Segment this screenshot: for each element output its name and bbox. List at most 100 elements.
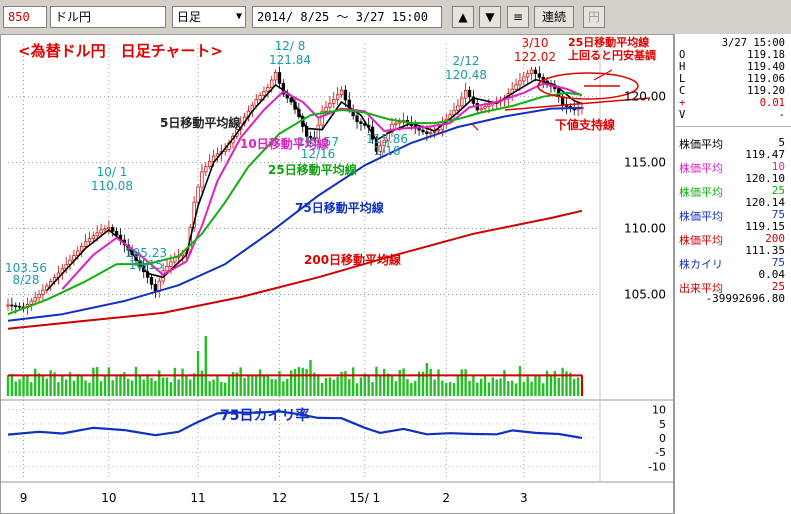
- indicator-label: 株価平均: [679, 234, 723, 247]
- candle-body: [328, 102, 332, 108]
- volume-bar: [192, 373, 196, 396]
- date-range-field[interactable]: 2014/ 8/25 ～ 3/27 15:00: [252, 6, 442, 28]
- volume-bar: [239, 367, 242, 396]
- indicator-row[interactable]: 株価平均 5 119.47: [677, 136, 785, 162]
- candle-body: [514, 84, 518, 90]
- annotation-high-dec: 12/ 8121.84: [269, 39, 311, 67]
- candle-body: [324, 106, 328, 112]
- volume-bar: [6, 375, 10, 396]
- period-select[interactable]: 日足 ▼: [172, 6, 246, 28]
- volume-bar: [41, 376, 45, 396]
- scroll-up-button[interactable]: ▲: [452, 6, 474, 28]
- volume-bar: [464, 369, 467, 396]
- candle-body: [165, 265, 169, 272]
- volume-bar: [266, 376, 270, 396]
- volume-bar: [460, 369, 463, 396]
- volume-bar: [262, 375, 266, 396]
- candle-body: [483, 106, 487, 109]
- volume-bar: [37, 373, 41, 396]
- annotation-low-jan-line: 1/16: [374, 144, 401, 158]
- annotation-high-oct: 10/ 1110.08: [91, 165, 133, 193]
- candle-body: [417, 128, 421, 131]
- candle-body: [29, 300, 33, 305]
- volume-bar: [522, 381, 526, 396]
- volume-bar: [456, 374, 460, 396]
- indicator-row[interactable]: 株カイリ 75 0.04: [677, 256, 785, 282]
- volume-bar: [270, 378, 273, 396]
- candle-body: [10, 304, 14, 307]
- candle-body: [17, 305, 22, 308]
- annotation-high-dec-line: 12/ 8: [275, 39, 306, 53]
- candle-body: [254, 99, 258, 106]
- quote-row: H 119.40: [679, 61, 785, 73]
- volume-bar: [181, 368, 184, 396]
- indicator-label: 株価平均: [679, 186, 723, 199]
- candle-body: [339, 89, 344, 96]
- volume-bar: [487, 382, 491, 396]
- annotation-start: 103.568/28: [5, 261, 47, 287]
- continuous-button[interactable]: 連続: [534, 6, 574, 28]
- symbol-name-field[interactable]: ドル円: [50, 6, 166, 28]
- volume-bar: [196, 351, 200, 396]
- volume-bar: [76, 373, 80, 396]
- candle-body: [429, 131, 433, 134]
- volume-bar: [507, 381, 510, 396]
- volume-bar: [127, 378, 130, 396]
- chart-area[interactable]: <為替ドル円 日足チャート> 10/ 1110.08 105.2310/15 12/ …: [0, 34, 674, 514]
- volume-bar: [297, 367, 301, 396]
- volume-bar: [576, 377, 580, 396]
- volume-bar: [367, 375, 370, 396]
- indicator-row[interactable]: 出来平均 25 -39992696.80: [677, 280, 785, 306]
- quote-key: V: [679, 109, 686, 121]
- volume-bar: [452, 383, 456, 396]
- x-tick-label: 9: [20, 491, 28, 505]
- volume-bar: [549, 375, 553, 396]
- symbol-code-field[interactable]: 850: [3, 6, 47, 28]
- candle-body: [518, 80, 522, 86]
- volume-bar: [441, 380, 444, 396]
- note-ma25-above-line: 上回ると円安基調: [568, 48, 656, 62]
- candle-body: [526, 73, 530, 78]
- volume-bar: [134, 366, 138, 396]
- candle-body: [359, 121, 363, 124]
- volume-bar: [402, 368, 405, 396]
- note-arrow: [593, 69, 613, 81]
- candle-body: [33, 297, 37, 302]
- period-value: 日足: [177, 10, 202, 24]
- indicator-row[interactable]: 株価平均 10 120.10: [677, 160, 785, 186]
- volume-bar: [243, 377, 246, 396]
- quote-value: -: [778, 109, 785, 121]
- scroll-down-button[interactable]: ▼: [479, 6, 501, 28]
- volume-bar: [406, 378, 409, 396]
- volume-bar: [45, 378, 48, 396]
- candle-body: [467, 90, 472, 98]
- volume-bar: [26, 374, 29, 396]
- candle-body: [421, 129, 425, 133]
- volume-bar: [274, 379, 277, 396]
- candle-body: [273, 72, 278, 81]
- indicator-row[interactable]: 株価平均 200 111.35: [677, 232, 785, 258]
- volume-bar: [130, 380, 134, 396]
- kairi-tick-label: 10: [652, 404, 666, 417]
- indicator-row[interactable]: 株価平均 25 120.14: [677, 184, 785, 210]
- candle-body: [37, 294, 41, 299]
- candle-body: [107, 227, 111, 230]
- label-ma75: 75日移動平均線: [295, 200, 384, 215]
- quote-row: +0.01: [679, 97, 785, 109]
- volume-bar: [49, 370, 52, 396]
- y-tick-label: 115.00: [624, 156, 666, 170]
- menu-button[interactable]: ≡: [507, 6, 529, 28]
- candle-body: [336, 94, 340, 100]
- candle-body: [91, 235, 95, 240]
- yen-button[interactable]: 円: [583, 6, 605, 28]
- annotation-high-feb-line: 120.48: [445, 68, 487, 82]
- quote-row: C 119.20: [679, 85, 785, 97]
- volume-bar: [177, 379, 180, 396]
- volume-bar: [158, 370, 161, 396]
- indicator-row[interactable]: 株価平均 75 119.15: [677, 208, 785, 234]
- label-ma25: 25日移動平均線: [268, 162, 357, 177]
- kairi-tick-label: 5: [659, 418, 666, 431]
- volume-bar: [142, 379, 145, 396]
- indicator-label: 株価平均: [679, 162, 723, 175]
- volume-bar: [30, 382, 33, 396]
